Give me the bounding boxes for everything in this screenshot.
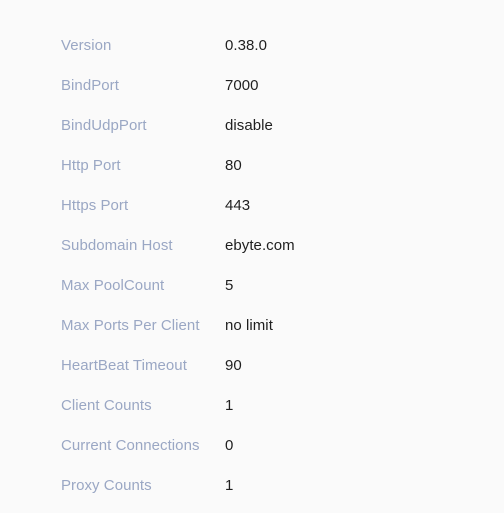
info-row: Http Port 80 — [0, 146, 504, 186]
info-row-value: 1 — [225, 477, 234, 494]
info-row-value: 0 — [225, 437, 234, 454]
info-row: Https Port 443 — [0, 186, 504, 226]
info-row-value: ebyte.com — [225, 237, 295, 254]
info-row-label: Subdomain Host — [61, 237, 173, 254]
info-row-label: Max PoolCount — [61, 277, 165, 294]
info-row-value: no limit — [225, 317, 273, 334]
info-row-label: Http Port — [61, 157, 121, 174]
info-row: Client Counts 1 — [0, 386, 504, 426]
info-row: HeartBeat Timeout 90 — [0, 346, 504, 386]
info-row: Proxy Counts 1 — [0, 466, 504, 506]
info-row-label: BindUdpPort — [61, 117, 147, 134]
info-row: Max Ports Per Client no limit — [0, 306, 504, 346]
info-row: BindPort 7000 — [0, 66, 504, 106]
info-row-value: 5 — [225, 277, 234, 294]
info-row-label: Proxy Counts — [61, 477, 152, 494]
info-row-value: 90 — [225, 357, 242, 374]
info-row-label: Client Counts — [61, 397, 152, 414]
info-row-value: 443 — [225, 197, 251, 214]
info-row-label: HeartBeat Timeout — [61, 357, 187, 374]
info-row: Subdomain Host ebyte.com — [0, 226, 504, 266]
info-row-value: 7000 — [225, 77, 259, 94]
info-row: BindUdpPort disable — [0, 106, 504, 146]
info-row-label: Version — [61, 37, 112, 54]
info-row: Current Connections 0 — [0, 426, 504, 466]
info-row-value: disable — [225, 117, 273, 134]
info-row-label: BindPort — [61, 77, 119, 94]
info-row-value: 80 — [225, 157, 242, 174]
server-info-list: Version 0.38.0 BindPort 7000 BindUdpPort disa… — [0, 26, 504, 506]
info-row: Max PoolCount 5 — [0, 266, 504, 306]
info-row-value: 0.38.0 — [225, 37, 268, 54]
info-row-label: Max Ports Per Client — [61, 317, 200, 334]
info-row: Version 0.38.0 — [0, 26, 504, 66]
server-info-panel: Version 0.38.0 BindPort 7000 BindUdpPort disa… — [0, 0, 504, 513]
info-row-label: Current Connections — [61, 437, 200, 454]
info-row-label: Https Port — [61, 197, 129, 214]
info-row-value: 1 — [225, 397, 234, 414]
